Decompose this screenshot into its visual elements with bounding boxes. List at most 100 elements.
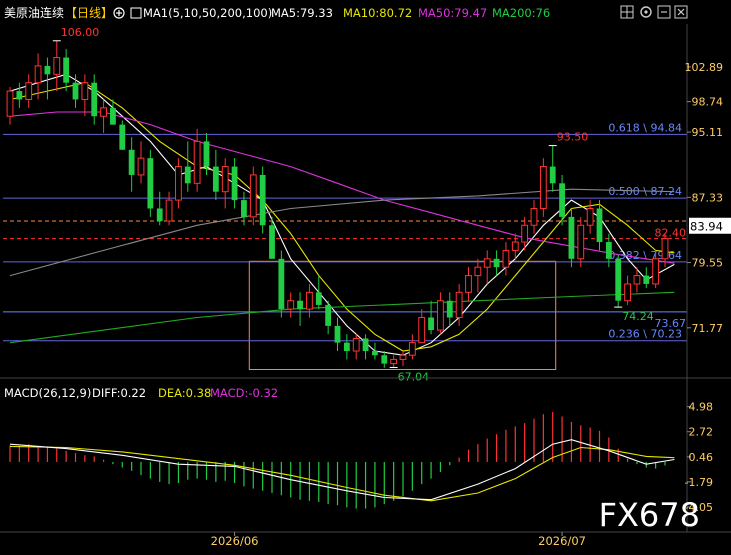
candle-body-down: [213, 167, 219, 192]
extreme-price-label: 74.24: [622, 310, 654, 323]
candle-body-down: [363, 338, 369, 351]
macd-dea-value: DEA:0.38: [158, 386, 211, 400]
candle-body-up: [166, 200, 172, 221]
ma5-value: MA5:79.33: [271, 6, 333, 20]
chart-canvas: 0.618 \ 94.840.500 \ 87.240.382 \ 79.640…: [0, 0, 731, 551]
extreme-price-label: 106.00: [61, 26, 100, 39]
candle-body-down: [157, 208, 163, 221]
candle-body-up: [353, 338, 359, 351]
candle-body-down: [316, 292, 322, 305]
candle-body-down: [45, 66, 51, 74]
candle-body-down: [325, 305, 331, 326]
candle-body-down: [428, 317, 434, 330]
candle-body-down: [269, 225, 275, 259]
candle-body-up: [391, 359, 397, 363]
candle-body-up: [587, 208, 593, 225]
candle-body-up: [176, 167, 182, 201]
current-price-label: 83.94: [690, 219, 723, 233]
candle-body-up: [653, 259, 659, 284]
candle-body-down: [119, 125, 125, 150]
ma10-value: MA10:80.72: [343, 6, 412, 20]
candle-body-up: [634, 276, 640, 284]
candle-body-down: [550, 167, 556, 184]
candle-body-up: [101, 108, 107, 116]
candle-body-down: [381, 355, 387, 363]
candle-body-down: [372, 351, 378, 355]
candle-body-up: [662, 239, 668, 259]
candle-body-up: [540, 167, 546, 209]
macd-label: MACD(26,12,9): [4, 386, 91, 400]
candle-body-up: [288, 301, 294, 309]
candle-body-down: [278, 259, 284, 309]
candle-body-down: [91, 83, 97, 117]
candle-body-down: [569, 217, 575, 259]
candle-body-down: [559, 183, 565, 217]
date-label: 2026/06: [211, 534, 259, 548]
candle-body-up: [194, 141, 200, 183]
macd-tick-label: 2.72: [689, 426, 714, 439]
candle-body-down: [147, 158, 153, 208]
candle-body-up: [438, 301, 444, 330]
candle-body-up: [307, 292, 313, 309]
candle-body-up: [419, 317, 425, 342]
candle-body-up: [54, 58, 60, 75]
candle-body-down: [110, 108, 116, 125]
candle-body-down: [232, 167, 238, 201]
candle-body-up: [7, 91, 13, 116]
candle-body-up: [138, 158, 144, 175]
candle-body-up: [578, 225, 584, 259]
candle-body-down: [643, 276, 649, 284]
candle-body-down: [297, 301, 303, 309]
candle-body-down: [606, 242, 612, 259]
candle-body-up: [484, 259, 490, 267]
candle-body-down: [185, 167, 191, 184]
candle-body-up: [466, 276, 472, 293]
extreme-price-label: 67.04: [398, 370, 430, 383]
candle-body-down: [344, 343, 350, 351]
price-tick-label: 71.77: [692, 322, 724, 335]
candle-body-up: [35, 66, 41, 83]
candle-body-up: [625, 284, 631, 301]
date-label: 2026/07: [538, 534, 586, 548]
price-tick-label: 87.33: [692, 191, 724, 204]
candle-body-up: [522, 225, 528, 242]
candle-body-up: [250, 175, 256, 217]
candle-body-up: [475, 267, 481, 275]
price-tick-label: 102.89: [685, 61, 724, 74]
candle-body-up: [456, 292, 462, 317]
horizontal-level-label: 82.40: [655, 227, 687, 240]
macd-diff-value: DIFF:0.22: [92, 386, 146, 400]
candle-body-down: [260, 175, 266, 225]
candle-body-up: [503, 250, 509, 267]
candle-body-down: [241, 200, 247, 217]
macd-tick-label: -1.79: [685, 476, 713, 489]
watermark-logo: FX678: [599, 496, 700, 534]
symbol-name: 美原油连续: [4, 5, 64, 20]
fib-label: 0.618 \ 94.84: [608, 121, 682, 134]
candle-body-up: [409, 343, 415, 356]
macd-histogram-value: MACD:-0.32: [210, 386, 278, 400]
candle-body-down: [16, 91, 22, 99]
period-label[interactable]: 【日线】: [65, 6, 113, 20]
price-tick-label: 95.11: [692, 126, 724, 139]
candle-body-down: [447, 301, 453, 318]
candle-body-down: [129, 150, 135, 175]
candle-body-down: [204, 141, 210, 166]
extreme-price-label: 93.50: [557, 131, 589, 144]
candle-body-up: [512, 242, 518, 250]
candle-body-down: [63, 58, 69, 83]
macd-tick-label: 0.46: [689, 451, 714, 464]
candle-body-down: [597, 208, 603, 242]
candle-body-up: [531, 208, 537, 225]
candle-body-up: [222, 167, 228, 192]
ma200-value: MA200:76: [492, 6, 550, 20]
candle-body-down: [335, 326, 341, 343]
candle-body-down: [73, 83, 79, 100]
chart-stage: 0.618 \ 94.840.500 \ 87.240.382 \ 79.640…: [0, 0, 731, 551]
price-tick-label: 98.74: [692, 96, 724, 109]
candle-body-up: [26, 83, 32, 100]
ma-label: MA1(5,10,50,200,100): [143, 6, 272, 20]
candle-body-down: [615, 259, 621, 301]
macd-tick-label: 4.98: [689, 401, 714, 414]
horizontal-level-label: 73.67: [655, 317, 687, 330]
